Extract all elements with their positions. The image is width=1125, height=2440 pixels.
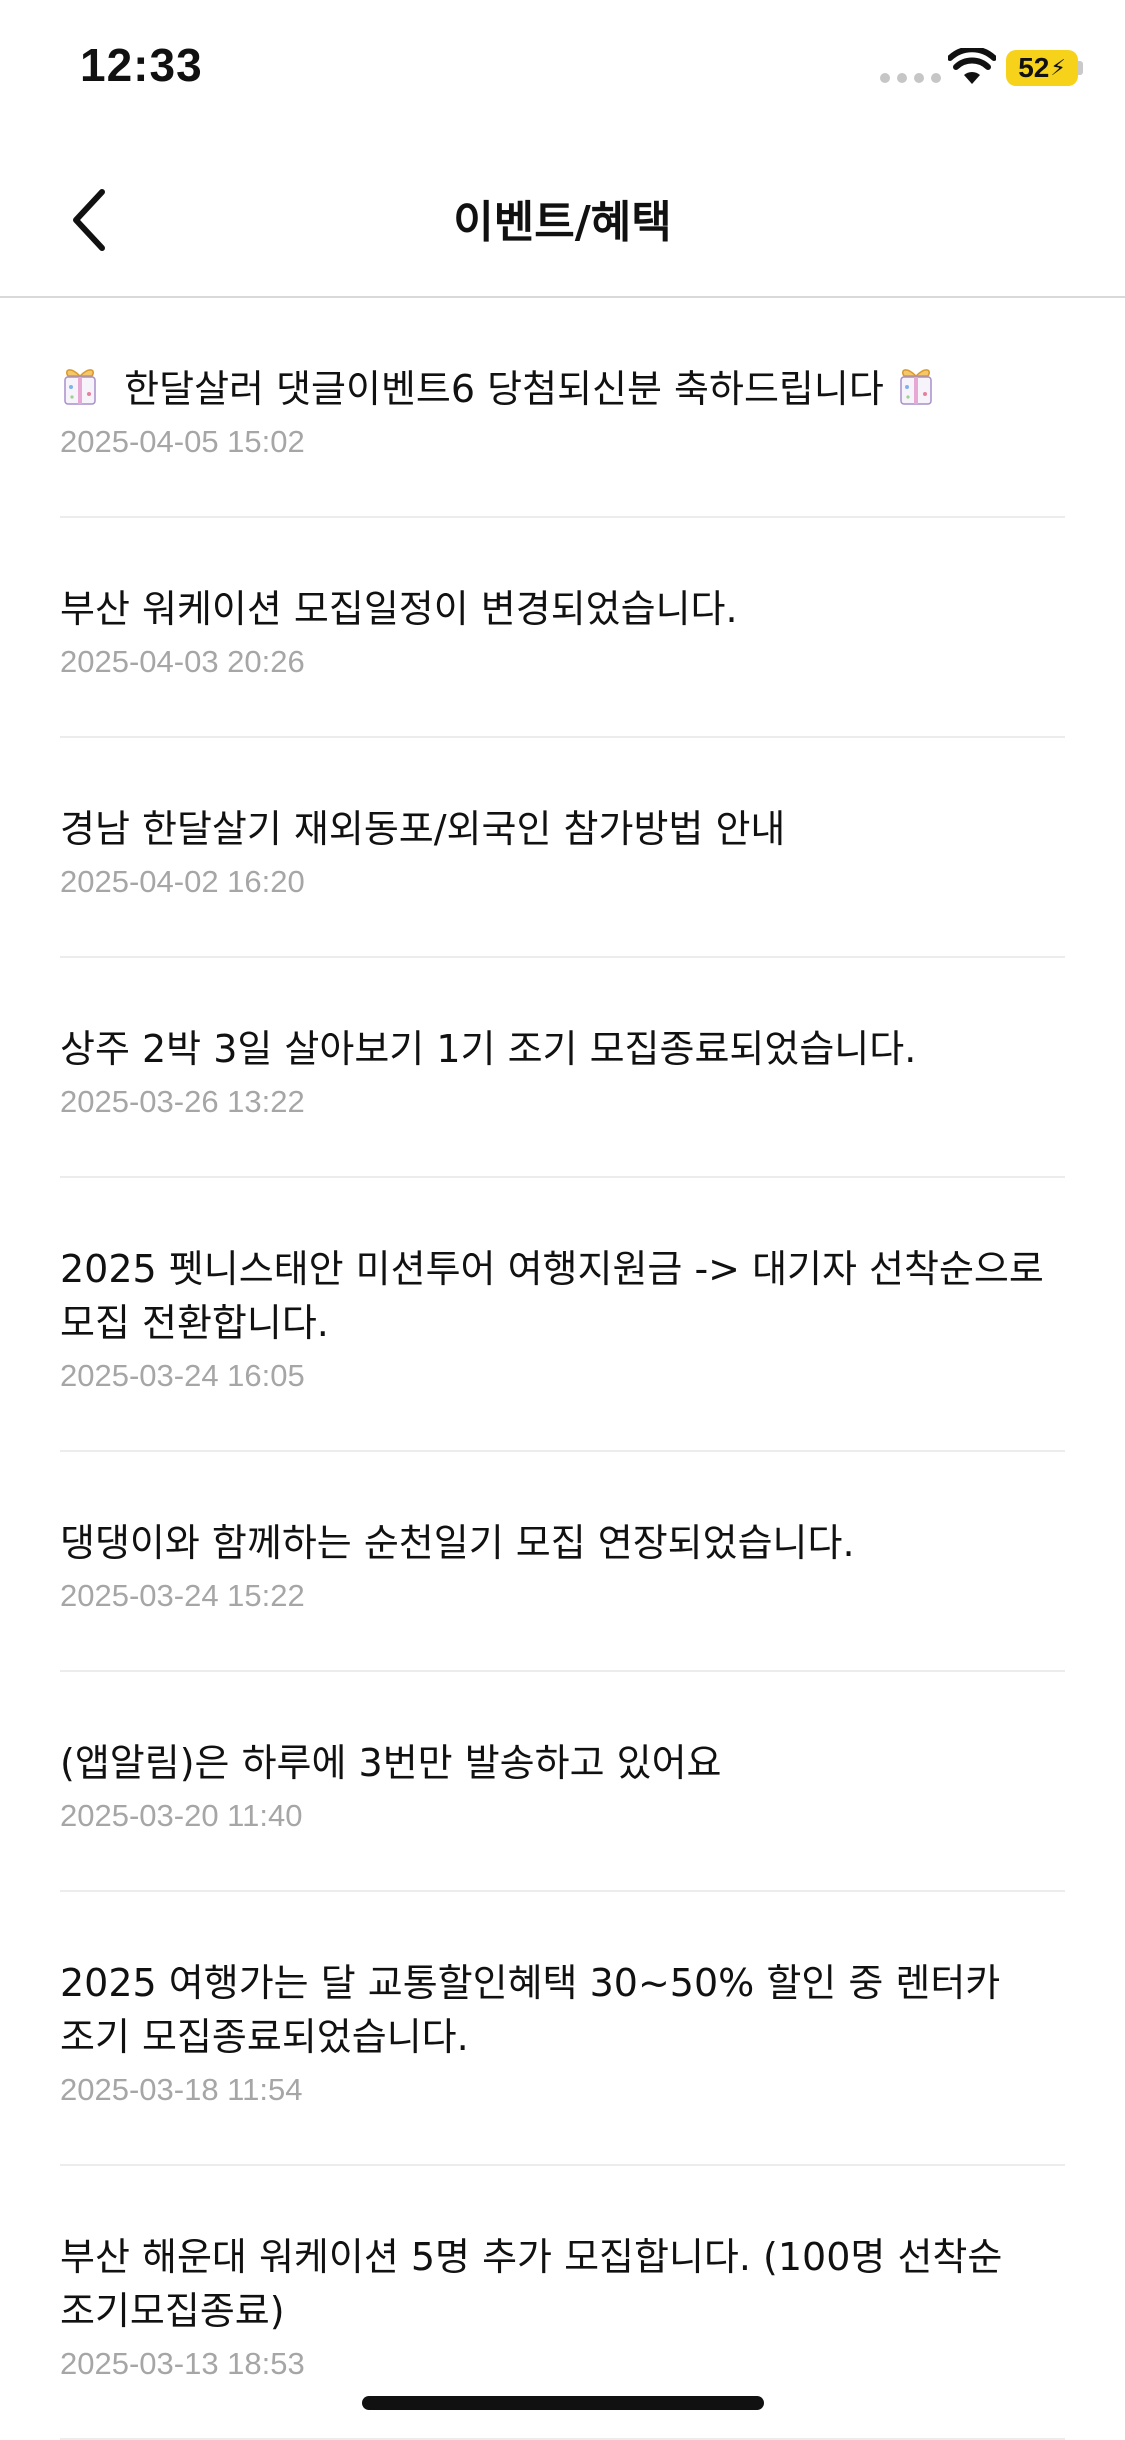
battery-level: 52 [1018, 52, 1050, 83]
notice-date: 2025-03-20 11:40 [60, 1798, 303, 1833]
notice-title: 부산 워케이션 모집일정이 변경되었습니다. [60, 587, 738, 631]
notice-date: 2025-03-18 11:54 [60, 2072, 303, 2107]
notice-date: 2025-04-02 16:20 [60, 864, 305, 899]
notice-title: 댕댕이와 함께하는 순천일기 모집 연장되었습니다. [60, 1521, 855, 1565]
status-time: 12:33 [80, 39, 203, 91]
notice-title: 2025 펫니스태안 미션투어 여행지원금 -> 대기자 선착순으로 모집 전환… [60, 1247, 1044, 1345]
list-item[interactable]: 2025 펫니스태안 미션투어 여행지원금 -> 대기자 선착순으로 모집 전환… [60, 1178, 1065, 1452]
list-item[interactable]: (앱알림)은 하루에 3번만 발송하고 있어요 2025-03-20 11:40 [60, 1672, 1065, 1892]
page-title: 이벤트/혜택 [453, 197, 672, 248]
status-bar: 12:33 52 ⚡ [0, 0, 1125, 140]
gift-icon [64, 369, 96, 405]
notice-title: (앱알림)은 하루에 3번만 발송하고 있어요 [60, 1741, 722, 1785]
battery-cap [1078, 61, 1083, 75]
home-indicator[interactable] [362, 2396, 764, 2410]
list-item[interactable]: 경남 한달살기 재외동포/외국인 참가방법 안내 2025-04-02 16:2… [60, 738, 1065, 958]
notice-list: 한달살러 댓글이벤트6 당첨되신분 축하드립니다 2025-04-05 15:0… [60, 300, 1065, 2440]
notice-date: 2025-03-24 16:05 [60, 1358, 305, 1393]
notice-title: 2025 여행가는 달 교통할인혜택 30~50% 할인 중 렌터카 조기 모집… [60, 1961, 1001, 2059]
notice-title: 상주 2박 3일 살아보기 1기 조기 모집종료되었습니다. [60, 1027, 917, 1071]
notice-title: 경남 한달살기 재외동포/외국인 참가방법 안내 [60, 807, 786, 851]
notice-date: 2025-04-05 15:02 [60, 424, 305, 459]
notice-title: 부산 해운대 워케이션 5명 추가 모집합니다. (100명 선착순 조기모집종… [60, 2235, 1003, 2333]
notice-date: 2025-04-03 20:26 [60, 644, 305, 679]
signal-icon [880, 73, 941, 83]
list-item[interactable]: 한달살러 댓글이벤트6 당첨되신분 축하드립니다 2025-04-05 15:0… [60, 300, 1065, 518]
gift-icon [900, 369, 932, 405]
notice-date: 2025-03-26 13:22 [60, 1084, 305, 1119]
wifi-icon [948, 48, 996, 84]
battery-charging-icon: 52 ⚡ [1006, 50, 1078, 86]
list-item[interactable]: 댕댕이와 함께하는 순천일기 모집 연장되었습니다. 2025-03-24 15… [60, 1452, 1065, 1672]
list-item[interactable]: 부산 워케이션 모집일정이 변경되었습니다. 2025-04-03 20:26 [60, 518, 1065, 738]
notice-date: 2025-03-24 15:22 [60, 1578, 305, 1613]
notice-title-text: 한달살러 댓글이벤트6 당첨되신분 축하드립니다 [124, 367, 884, 411]
header: 이벤트/혜택 [0, 140, 1125, 298]
notice-date: 2025-03-13 18:53 [60, 2346, 305, 2381]
bolt-icon: ⚡ [1050, 55, 1066, 81]
notice-title: 한달살러 댓글이벤트6 당첨되신분 축하드립니다 [60, 362, 1065, 416]
list-item[interactable]: 상주 2박 3일 살아보기 1기 조기 모집종료되었습니다. 2025-03-2… [60, 958, 1065, 1178]
list-item[interactable]: 2025 여행가는 달 교통할인혜택 30~50% 할인 중 렌터카 조기 모집… [60, 1892, 1065, 2166]
